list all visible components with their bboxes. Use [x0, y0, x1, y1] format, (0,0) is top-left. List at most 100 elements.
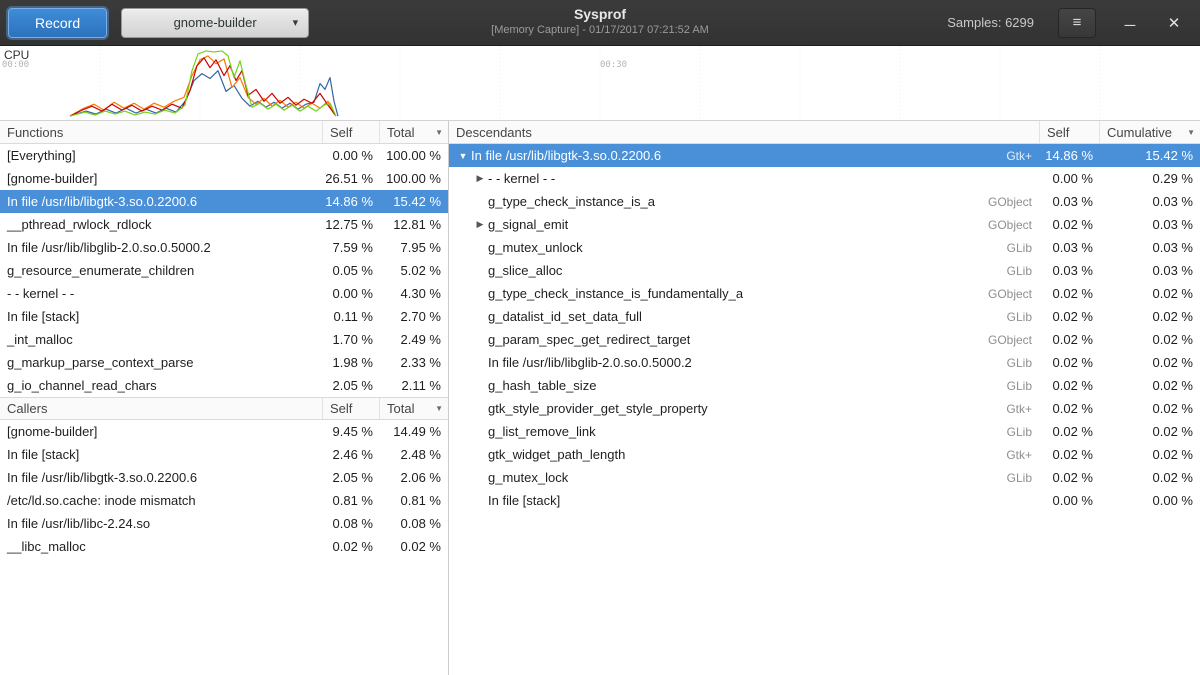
- library-tag: GLib: [1007, 356, 1040, 370]
- cumulative-percent: 15.42 %: [1100, 148, 1200, 163]
- function-name: In file [stack]: [0, 447, 323, 462]
- library-tag: GLib: [1007, 310, 1040, 324]
- functions-table-header: Functions Self Total ▼: [0, 121, 448, 144]
- table-row[interactable]: [gnome-builder]9.45 %14.49 %: [0, 420, 448, 443]
- column-label: Descendants: [456, 125, 532, 140]
- function-name: In file /usr/lib/libgtk-3.so.0.2200.6: [0, 470, 323, 485]
- tree-row-name-cell: ▼In file /usr/lib/libgtk-3.so.0.2200.6Gt…: [449, 148, 1040, 163]
- total-percent: 100.00 %: [380, 148, 448, 163]
- library-tag: GObject: [988, 195, 1040, 209]
- self-percent: 0.11 %: [323, 309, 380, 324]
- tree-row[interactable]: g_mutex_unlockGLib0.03 %0.03 %: [449, 236, 1200, 259]
- close-button[interactable]: ✕: [1164, 14, 1184, 32]
- descendants-table-header: Descendants Self Cumulative ▼: [449, 121, 1200, 144]
- table-row[interactable]: g_resource_enumerate_children0.05 %5.02 …: [0, 259, 448, 282]
- tree-row[interactable]: ▶g_signal_emitGObject0.02 %0.03 %: [449, 213, 1200, 236]
- function-name: g_datalist_id_set_data_full: [488, 309, 642, 324]
- expander-closed-icon[interactable]: ▶: [472, 219, 488, 230]
- tree-row[interactable]: ▼In file /usr/lib/libgtk-3.so.0.2200.6Gt…: [449, 144, 1200, 167]
- tree-row[interactable]: gtk_widget_path_lengthGtk+0.02 %0.02 %: [449, 443, 1200, 466]
- tree-row[interactable]: g_list_remove_linkGLib0.02 %0.02 %: [449, 420, 1200, 443]
- expander-closed-icon[interactable]: ▶: [472, 173, 488, 184]
- tree-row[interactable]: g_param_spec_get_redirect_targetGObject0…: [449, 328, 1200, 351]
- total-percent: 100.00 %: [380, 171, 448, 186]
- function-name: In file [stack]: [0, 309, 323, 324]
- tree-row-name-cell: g_hash_table_sizeGLib: [449, 378, 1040, 393]
- tree-row[interactable]: g_mutex_lockGLib0.02 %0.02 %: [449, 466, 1200, 489]
- library-tag: GObject: [988, 333, 1040, 347]
- table-row[interactable]: _int_malloc1.70 %2.49 %: [0, 328, 448, 351]
- tree-row-name-cell: g_slice_allocGLib: [449, 263, 1040, 278]
- table-row[interactable]: In file /usr/lib/libglib-2.0.so.0.5000.2…: [0, 236, 448, 259]
- table-row[interactable]: __libc_malloc0.02 %0.02 %: [0, 535, 448, 558]
- tree-row[interactable]: g_type_check_instance_is_fundamentally_a…: [449, 282, 1200, 305]
- column-header-callers[interactable]: Callers: [0, 398, 323, 419]
- table-row[interactable]: In file [stack]0.11 %2.70 %: [0, 305, 448, 328]
- tree-row-name-cell: g_list_remove_linkGLib: [449, 424, 1040, 439]
- column-header-descendants[interactable]: Descendants: [449, 121, 1040, 143]
- column-header-self[interactable]: Self: [323, 121, 380, 143]
- tree-row[interactable]: g_hash_table_sizeGLib0.02 %0.02 %: [449, 374, 1200, 397]
- tree-row[interactable]: g_type_check_instance_is_aGObject0.03 %0…: [449, 190, 1200, 213]
- table-row[interactable]: g_markup_parse_context_parse1.98 %2.33 %: [0, 351, 448, 374]
- total-percent: 2.11 %: [380, 378, 448, 393]
- self-percent: 0.08 %: [323, 516, 380, 531]
- table-row[interactable]: g_io_channel_read_chars2.05 %2.11 %: [0, 374, 448, 397]
- table-row[interactable]: In file /usr/lib/libgtk-3.so.0.2200.614.…: [0, 190, 448, 213]
- close-icon: ✕: [1168, 15, 1181, 32]
- cumulative-percent: 0.02 %: [1100, 470, 1200, 485]
- function-name: /etc/ld.so.cache: inode mismatch: [0, 493, 323, 508]
- expander-open-icon[interactable]: ▼: [455, 151, 471, 161]
- tree-row[interactable]: g_slice_allocGLib0.03 %0.03 %: [449, 259, 1200, 282]
- tree-row-name-cell: g_mutex_unlockGLib: [449, 240, 1040, 255]
- menu-button[interactable]: ≡: [1058, 8, 1096, 38]
- process-selector-dropdown[interactable]: gnome-builder ▾: [121, 8, 309, 38]
- main-panes: Functions Self Total ▼ [Everything]0.00 …: [0, 121, 1200, 675]
- table-row[interactable]: In file [stack]2.46 %2.48 %: [0, 443, 448, 466]
- column-header-functions[interactable]: Functions: [0, 121, 323, 143]
- self-percent: 9.45 %: [323, 424, 380, 439]
- column-label: Total: [387, 401, 414, 416]
- column-header-self[interactable]: Self: [323, 398, 380, 419]
- tree-row-name-cell: In file [stack]: [449, 493, 1040, 508]
- chevron-down-icon: ▾: [293, 16, 299, 29]
- tree-row-name-cell: g_type_check_instance_is_fundamentally_a…: [449, 286, 1040, 301]
- table-row[interactable]: In file /usr/lib/libgtk-3.so.0.2200.62.0…: [0, 466, 448, 489]
- table-row[interactable]: [gnome-builder]26.51 %100.00 %: [0, 167, 448, 190]
- self-percent: 0.03 %: [1040, 240, 1100, 255]
- function-name: In file /usr/lib/libc-2.24.so: [0, 516, 323, 531]
- self-percent: 0.03 %: [1040, 194, 1100, 209]
- function-name: - - kernel - -: [488, 171, 555, 186]
- column-label: Self: [330, 401, 352, 416]
- total-percent: 12.81 %: [380, 217, 448, 232]
- self-percent: 0.02 %: [1040, 424, 1100, 439]
- column-header-cumulative[interactable]: Cumulative ▼: [1100, 121, 1200, 143]
- function-name: In file /usr/lib/libglib-2.0.so.0.5000.2: [488, 355, 692, 370]
- record-button[interactable]: Record: [8, 8, 107, 38]
- cumulative-percent: 0.02 %: [1100, 401, 1200, 416]
- tree-row[interactable]: ▶- - kernel - -0.00 %0.29 %: [449, 167, 1200, 190]
- minimize-button[interactable]: ─: [1120, 17, 1140, 34]
- tree-row[interactable]: In file [stack]0.00 %0.00 %: [449, 489, 1200, 512]
- tree-row[interactable]: g_datalist_id_set_data_fullGLib0.02 %0.0…: [449, 305, 1200, 328]
- column-header-total[interactable]: Total ▼: [380, 398, 448, 419]
- column-label: Cumulative: [1107, 125, 1172, 140]
- column-header-self[interactable]: Self: [1040, 121, 1100, 143]
- tree-row[interactable]: In file /usr/lib/libglib-2.0.so.0.5000.2…: [449, 351, 1200, 374]
- self-percent: 2.05 %: [323, 378, 380, 393]
- total-percent: 0.08 %: [380, 516, 448, 531]
- tree-row-name-cell: ▶- - kernel - -: [449, 171, 1040, 186]
- total-percent: 0.02 %: [380, 539, 448, 554]
- table-row[interactable]: - - kernel - -0.00 %4.30 %: [0, 282, 448, 305]
- column-header-total[interactable]: Total ▼: [380, 121, 448, 143]
- self-percent: 0.00 %: [1040, 493, 1100, 508]
- table-row[interactable]: In file /usr/lib/libc-2.24.so0.08 %0.08 …: [0, 512, 448, 535]
- header-right-group: Samples: 6299 ≡ ─ ✕: [947, 8, 1184, 38]
- table-row[interactable]: __pthread_rwlock_rdlock12.75 %12.81 %: [0, 213, 448, 236]
- table-row[interactable]: [Everything]0.00 %100.00 %: [0, 144, 448, 167]
- table-row[interactable]: /etc/ld.so.cache: inode mismatch0.81 %0.…: [0, 489, 448, 512]
- cpu-graph[interactable]: CPU 00:00 00:30: [0, 46, 1200, 121]
- self-percent: 0.81 %: [323, 493, 380, 508]
- tree-row[interactable]: gtk_style_provider_get_style_propertyGtk…: [449, 397, 1200, 420]
- column-label: Self: [1047, 125, 1069, 140]
